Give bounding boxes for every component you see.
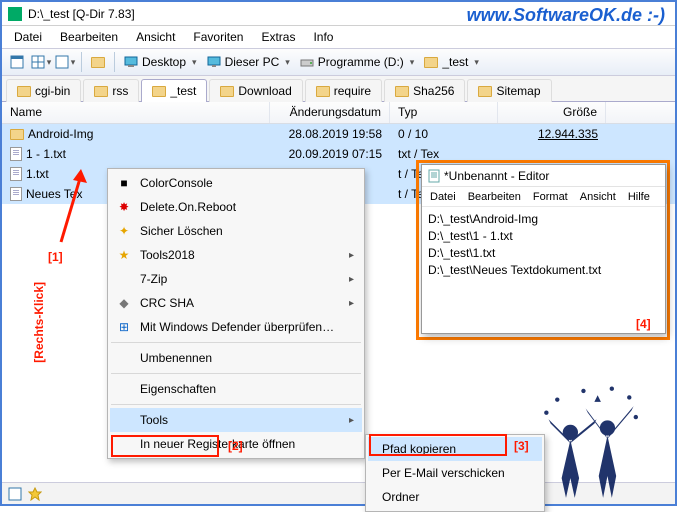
ctx-eigenschaften[interactable]: Eigenschaften [110, 377, 362, 401]
menu-extras[interactable]: Extras [253, 28, 303, 46]
pane-icon[interactable] [8, 487, 22, 501]
tab-test[interactable]: _test [141, 79, 207, 102]
explorer-button[interactable] [87, 51, 109, 73]
text-file-icon [10, 187, 22, 201]
drop-thispc-label: Dieser PC [225, 55, 280, 69]
drop-thispc[interactable]: Dieser PC [203, 51, 294, 73]
thispc-icon [207, 56, 221, 68]
annotation-label-4: [4] [636, 317, 651, 331]
menu-ansicht[interactable]: Ansicht [128, 28, 183, 46]
ctx-tools2018[interactable]: ★Tools2018 [110, 243, 362, 267]
drop-drive[interactable]: Programme (D:) [296, 51, 419, 73]
tab-rss[interactable]: rss [83, 79, 139, 102]
notepad-menubar: Datei Bearbeiten Format Ansicht Hilfe [422, 187, 665, 207]
np-menu-datei[interactable]: Datei [424, 190, 462, 204]
tab-download[interactable]: Download [209, 79, 302, 102]
list-item[interactable]: Android-Img 28.08.2019 19:58 0 / 10 12.9… [2, 124, 675, 144]
ctx-crc-sha[interactable]: ◆CRC SHA [110, 291, 362, 315]
tab-require[interactable]: require [305, 79, 382, 102]
secure-delete-icon: ✦ [116, 223, 132, 239]
folder-icon [395, 86, 409, 97]
celebration-icon [535, 380, 645, 500]
toolbar: Desktop Dieser PC Programme (D:) _test [2, 48, 675, 76]
delete-icon: ✸ [116, 199, 132, 215]
notepad-icon [428, 169, 440, 183]
col-date[interactable]: Änderungsdatum [270, 102, 390, 123]
layout-button[interactable] [30, 51, 52, 73]
drive-icon [300, 57, 314, 67]
drop-desktop[interactable]: Desktop [120, 51, 201, 73]
col-size[interactable]: Größe [498, 102, 606, 123]
menu-favoriten[interactable]: Favoriten [185, 28, 251, 46]
folder-icon [220, 86, 234, 97]
tab-strip: cgi-bin rss _test Download require Sha25… [2, 76, 675, 102]
np-menu-format[interactable]: Format [527, 190, 574, 204]
notepad-content[interactable]: D:\_test\Android-Img D:\_test\1 - 1.txt … [422, 207, 665, 283]
text-file-icon [10, 167, 22, 181]
ctx-email-verschicken[interactable]: Per E-Mail verschicken [368, 461, 542, 485]
context-menu: ■ColorConsole ✸Delete.On.Reboot ✦Sicher … [107, 168, 365, 459]
col-type[interactable]: Typ [390, 102, 498, 123]
folder-icon [478, 86, 492, 97]
col-name[interactable]: Name [2, 102, 270, 123]
tab-cgi-bin[interactable]: cgi-bin [6, 79, 81, 102]
ctx-7zip[interactable]: 7-Zip [110, 267, 362, 291]
notepad-window[interactable]: *Unbenannt - Editor Datei Bearbeiten For… [421, 164, 666, 334]
folder-icon [94, 86, 108, 97]
separator [111, 404, 361, 405]
menubar: Datei Bearbeiten Ansicht Favoriten Extra… [2, 26, 675, 48]
app-icon: ■ [116, 175, 132, 191]
ctx-colorconsole[interactable]: ■ColorConsole [110, 171, 362, 195]
notepad-titlebar[interactable]: *Unbenannt - Editor [422, 165, 665, 187]
watermark: www.SoftwareOK.de :-) [467, 5, 665, 26]
column-headers: Name Änderungsdatum Typ Größe [2, 102, 675, 124]
drop-desktop-label: Desktop [142, 55, 186, 69]
ctx-defender[interactable]: ⊞Mit Windows Defender überprüfen… [110, 315, 362, 339]
new-window-button[interactable] [6, 51, 28, 73]
drop-drive-label: Programme (D:) [318, 55, 404, 69]
folder-icon [152, 86, 166, 97]
ctx-umbenennen[interactable]: Umbenennen [110, 346, 362, 370]
annotation-label-rightclick: [Rechts-Klick] [32, 282, 46, 363]
separator [111, 342, 361, 343]
drop-folder-label: _test [442, 55, 468, 69]
np-menu-ansicht[interactable]: Ansicht [574, 190, 622, 204]
tab-sha256[interactable]: Sha256 [384, 79, 465, 102]
separator [111, 373, 361, 374]
ctx-ordner[interactable]: Ordner [368, 485, 542, 509]
np-menu-bearbeiten[interactable]: Bearbeiten [462, 190, 527, 204]
app-icon [8, 7, 22, 21]
tab-sitemap[interactable]: Sitemap [467, 79, 551, 102]
list-item[interactable]: 1 - 1.txt 20.09.2019 07:15 txt / Tex [2, 144, 675, 164]
drop-folder[interactable]: _test [420, 51, 483, 73]
menu-info[interactable]: Info [305, 28, 341, 46]
folder-icon [424, 57, 438, 68]
shield-icon: ⊞ [116, 319, 132, 335]
text-file-icon [10, 147, 22, 161]
annotation-label-2: [2] [228, 439, 243, 453]
star-icon[interactable] [28, 487, 42, 501]
menu-bearbeiten[interactable]: Bearbeiten [52, 28, 126, 46]
annotation-label-1: [1] [48, 250, 63, 264]
menu-datei[interactable]: Datei [6, 28, 50, 46]
crc-icon: ◆ [116, 295, 132, 311]
ctx-delete-on-reboot[interactable]: ✸Delete.On.Reboot [110, 195, 362, 219]
pane-button[interactable] [54, 51, 76, 73]
ctx-tools[interactable]: Tools [110, 408, 362, 432]
folder-icon [10, 129, 24, 140]
notepad-title: *Unbenannt - Editor [444, 169, 549, 183]
folder-icon [316, 86, 330, 97]
annotation-label-3: [3] [514, 439, 529, 453]
annotation-arrow [49, 167, 89, 247]
ctx-sicher-loeschen[interactable]: ✦Sicher Löschen [110, 219, 362, 243]
np-menu-hilfe[interactable]: Hilfe [622, 190, 656, 204]
window-title: D:\_test [Q-Dir 7.83] [28, 7, 135, 21]
folder-icon [17, 86, 31, 97]
star-icon: ★ [116, 247, 132, 263]
desktop-icon [124, 56, 138, 68]
